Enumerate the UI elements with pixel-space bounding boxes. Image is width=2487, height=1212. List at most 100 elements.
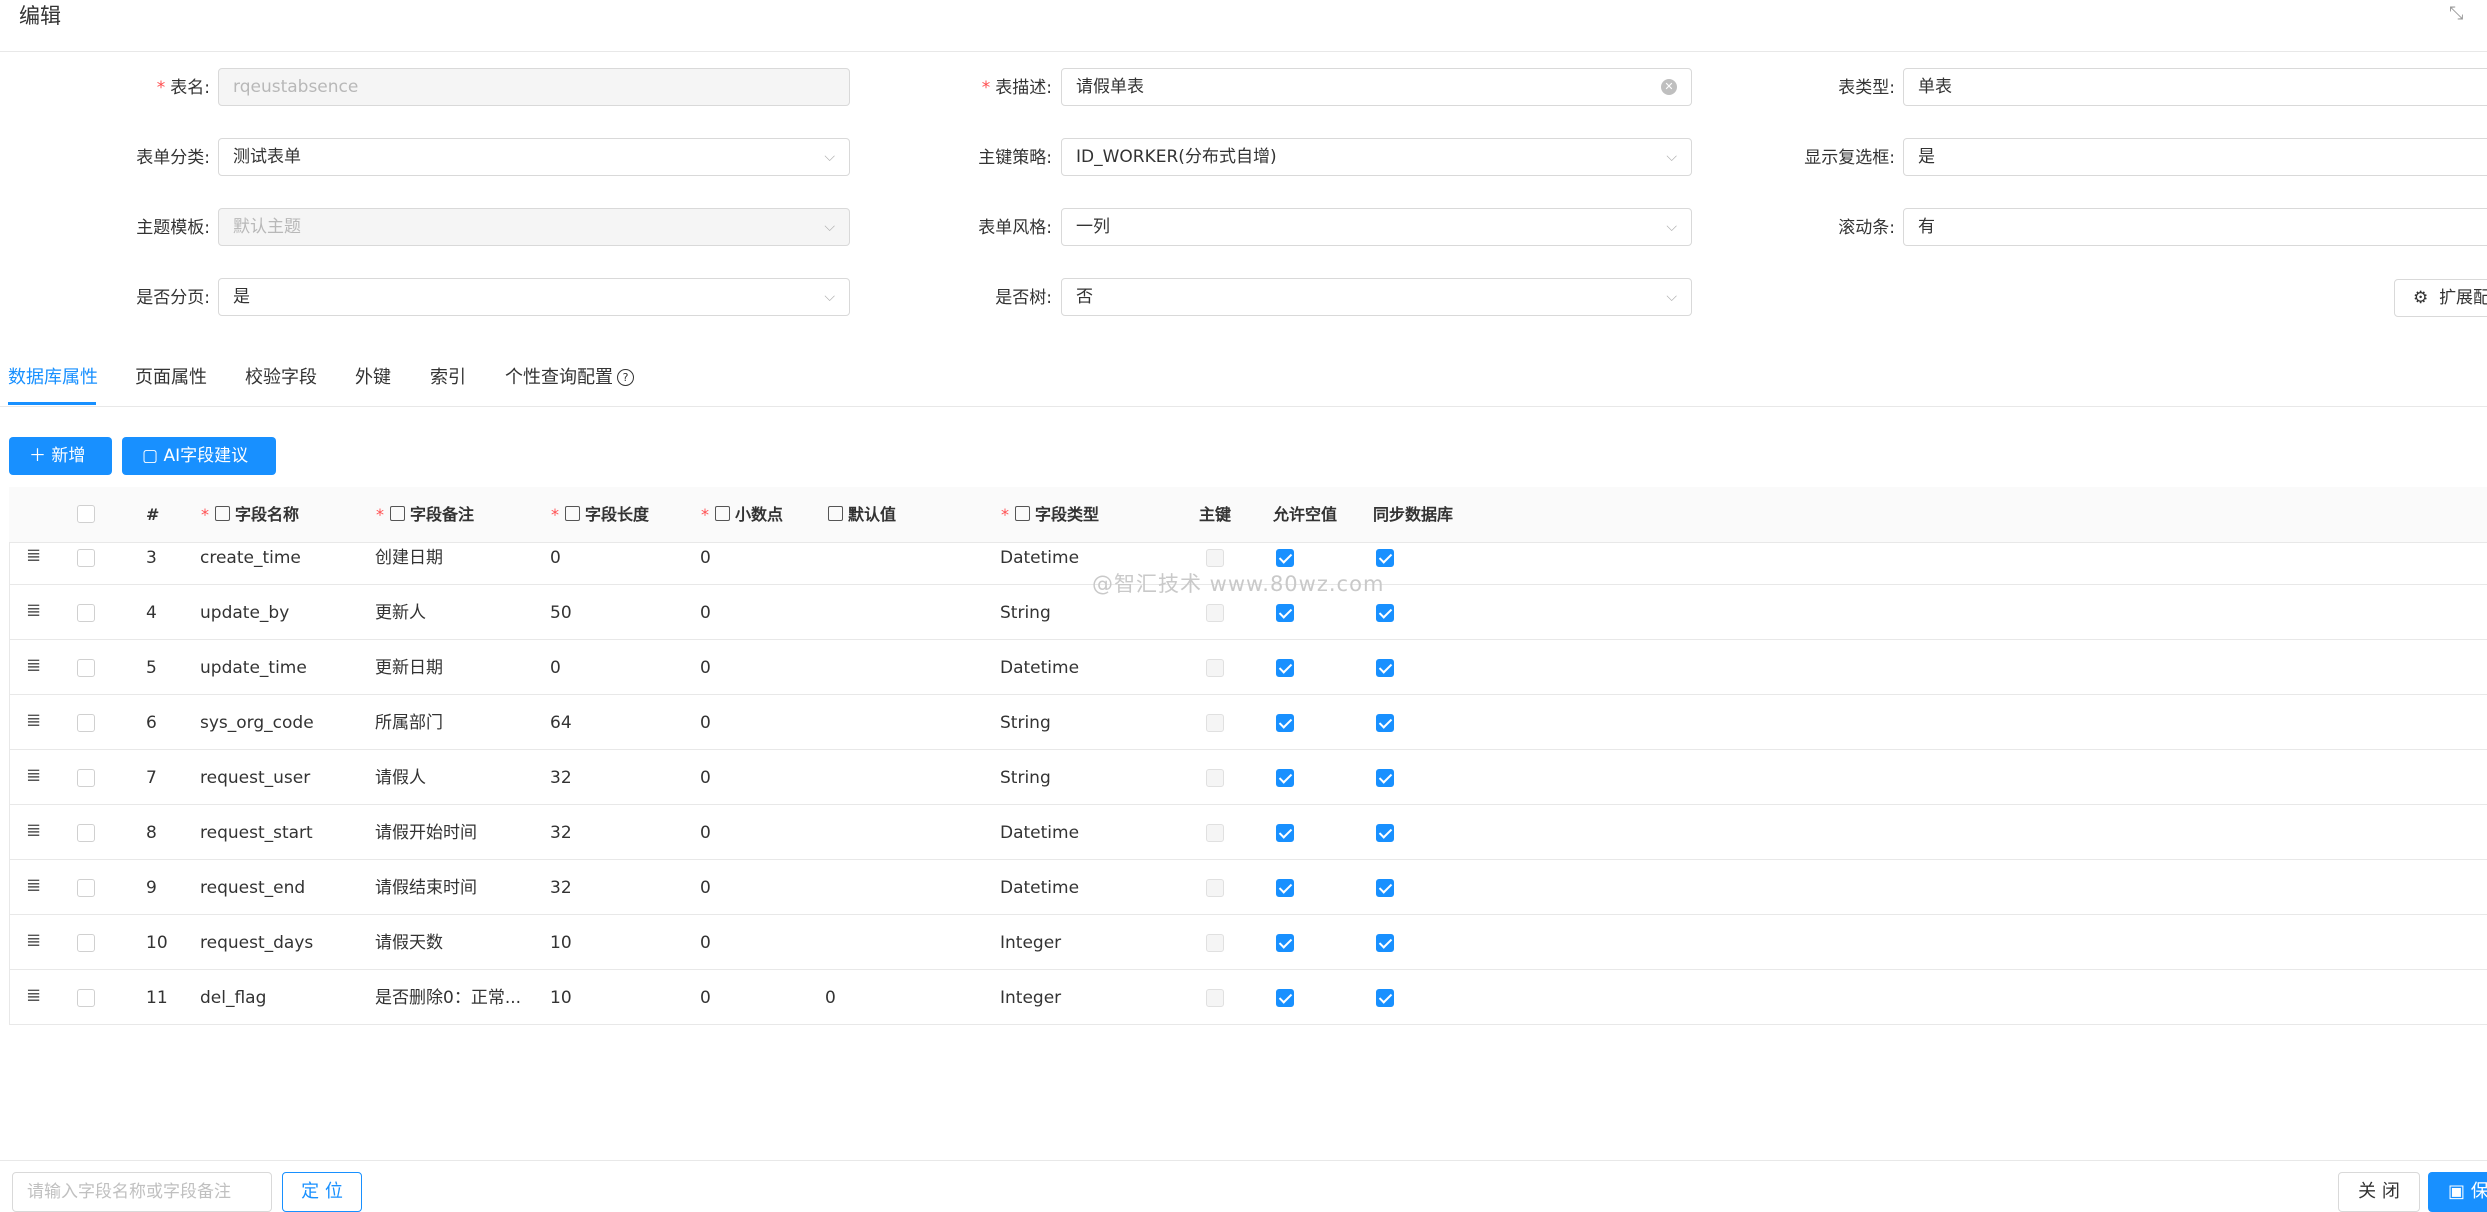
drag-handle-icon[interactable]: ≣ (26, 656, 41, 676)
drag-handle-icon[interactable]: ≣ (26, 821, 41, 841)
select-all-checkbox[interactable] (77, 505, 95, 523)
cell-field-comment[interactable]: 请假结束时间 (375, 876, 477, 900)
pk-checkbox[interactable] (1206, 714, 1224, 732)
cell-decimal[interactable]: 0 (700, 766, 711, 790)
cell-default-value[interactable]: 0 (825, 986, 836, 1010)
table-desc-input[interactable]: 请假单表 ✕ (1061, 68, 1692, 106)
sync-db-checkbox[interactable] (1376, 604, 1394, 622)
nullable-checkbox[interactable] (1276, 769, 1294, 787)
cell-decimal[interactable]: 0 (700, 931, 711, 955)
field-search-input[interactable]: 请输入字段名称或字段备注 (12, 1172, 272, 1212)
pk-checkbox[interactable] (1206, 989, 1224, 1007)
pk-checkbox[interactable] (1206, 659, 1224, 677)
cell-field-length[interactable]: 10 (550, 986, 572, 1010)
cell-field-name[interactable]: request_start (200, 821, 313, 845)
tab-indexes[interactable]: 索引 (430, 360, 466, 396)
cell-field-length[interactable]: 0 (550, 656, 561, 680)
cell-field-length[interactable]: 0 (550, 546, 561, 570)
save-button[interactable]: ▣ 保存 (2428, 1172, 2487, 1212)
nullable-checkbox[interactable] (1276, 824, 1294, 842)
row-checkbox[interactable] (77, 549, 95, 567)
drag-handle-icon[interactable]: ≣ (26, 601, 41, 621)
cell-field-type[interactable]: Datetime (1000, 821, 1079, 845)
is-tree-select[interactable]: 否 ⌵ (1061, 278, 1692, 316)
cell-decimal[interactable]: 0 (700, 821, 711, 845)
cell-field-comment[interactable]: 所属部门 (375, 711, 443, 735)
cell-decimal[interactable]: 0 (700, 656, 711, 680)
cell-field-length[interactable]: 32 (550, 766, 572, 790)
row-checkbox[interactable] (77, 934, 95, 952)
nullable-checkbox[interactable] (1276, 659, 1294, 677)
form-category-select[interactable]: 测试表单 ⌵ (218, 138, 850, 176)
pk-checkbox[interactable] (1206, 934, 1224, 952)
sync-db-checkbox[interactable] (1376, 879, 1394, 897)
tab-db-properties[interactable]: 数据库属性 (8, 360, 98, 396)
pk-checkbox[interactable] (1206, 879, 1224, 897)
cell-field-name[interactable]: sys_org_code (200, 711, 314, 735)
drag-handle-icon[interactable]: ≣ (26, 766, 41, 786)
pk-checkbox[interactable] (1206, 604, 1224, 622)
nullable-checkbox[interactable] (1276, 934, 1294, 952)
cell-field-length[interactable]: 32 (550, 821, 572, 845)
cell-field-type[interactable]: Datetime (1000, 876, 1079, 900)
pk-strategy-select[interactable]: ID_WORKER(分布式自增) ⌵ (1061, 138, 1692, 176)
cell-field-type[interactable]: Integer (1000, 986, 1061, 1010)
cell-field-comment[interactable]: 请假天数 (375, 931, 443, 955)
cell-decimal[interactable]: 0 (700, 711, 711, 735)
pk-checkbox[interactable] (1206, 549, 1224, 567)
nullable-checkbox[interactable] (1276, 604, 1294, 622)
show-checkbox-select[interactable]: 是 (1903, 138, 2487, 176)
drag-handle-icon[interactable]: ≣ (26, 986, 41, 1006)
cell-field-length[interactable]: 50 (550, 601, 572, 625)
cell-field-type[interactable]: Integer (1000, 931, 1061, 955)
cell-field-comment[interactable]: 更新日期 (375, 656, 443, 680)
row-checkbox[interactable] (77, 989, 95, 1007)
row-checkbox[interactable] (77, 659, 95, 677)
table-type-select[interactable]: 单表 (1903, 68, 2487, 106)
cell-field-type[interactable]: Datetime (1000, 656, 1079, 680)
cell-field-comment[interactable]: 更新人 (375, 601, 426, 625)
cell-field-length[interactable]: 10 (550, 931, 572, 955)
add-field-button[interactable]: ＋ 新增 (9, 437, 112, 475)
cell-field-comment[interactable]: 是否删除0：正常... (375, 986, 521, 1010)
cell-decimal[interactable]: 0 (700, 876, 711, 900)
sync-db-checkbox[interactable] (1376, 989, 1394, 1007)
cell-field-name[interactable]: request_days (200, 931, 313, 955)
drag-handle-icon[interactable]: ≣ (26, 546, 41, 566)
drag-handle-icon[interactable]: ≣ (26, 876, 41, 896)
row-checkbox[interactable] (77, 769, 95, 787)
cell-field-name[interactable]: update_time (200, 656, 307, 680)
pk-checkbox[interactable] (1206, 769, 1224, 787)
pk-checkbox[interactable] (1206, 824, 1224, 842)
tab-query-config[interactable]: 个性查询配置? (505, 360, 634, 396)
cell-field-type[interactable]: String (1000, 601, 1051, 625)
nullable-checkbox[interactable] (1276, 879, 1294, 897)
cell-field-type[interactable]: String (1000, 711, 1051, 735)
row-checkbox[interactable] (77, 714, 95, 732)
cell-field-name[interactable]: create_time (200, 546, 301, 570)
drag-handle-icon[interactable]: ≣ (26, 931, 41, 951)
cell-field-name[interactable]: request_user (200, 766, 310, 790)
sync-db-checkbox[interactable] (1376, 714, 1394, 732)
cell-field-type[interactable]: Datetime (1000, 546, 1079, 570)
tab-page-properties[interactable]: 页面属性 (135, 360, 207, 396)
extend-config-button[interactable]: ⚙ 扩展配 (2394, 279, 2487, 317)
paging-select[interactable]: 是 ⌵ (218, 278, 850, 316)
cell-field-comment[interactable]: 请假开始时间 (375, 821, 477, 845)
cell-field-length[interactable]: 64 (550, 711, 572, 735)
tab-foreign-keys[interactable]: 外键 (355, 360, 391, 396)
scrollbar-select[interactable]: 有 (1903, 208, 2487, 246)
cell-field-name[interactable]: request_end (200, 876, 305, 900)
cell-field-comment[interactable]: 创建日期 (375, 546, 443, 570)
cell-field-comment[interactable]: 请假人 (375, 766, 426, 790)
nullable-checkbox[interactable] (1276, 989, 1294, 1007)
sync-db-checkbox[interactable] (1376, 824, 1394, 842)
cell-field-length[interactable]: 32 (550, 876, 572, 900)
row-checkbox[interactable] (77, 824, 95, 842)
sync-db-checkbox[interactable] (1376, 549, 1394, 567)
cell-field-type[interactable]: String (1000, 766, 1051, 790)
nullable-checkbox[interactable] (1276, 714, 1294, 732)
drag-handle-icon[interactable]: ≣ (26, 711, 41, 731)
close-button[interactable]: 关 闭 (2338, 1172, 2420, 1212)
fullscreen-exit-icon[interactable]: ⤡ (2449, 4, 2469, 24)
